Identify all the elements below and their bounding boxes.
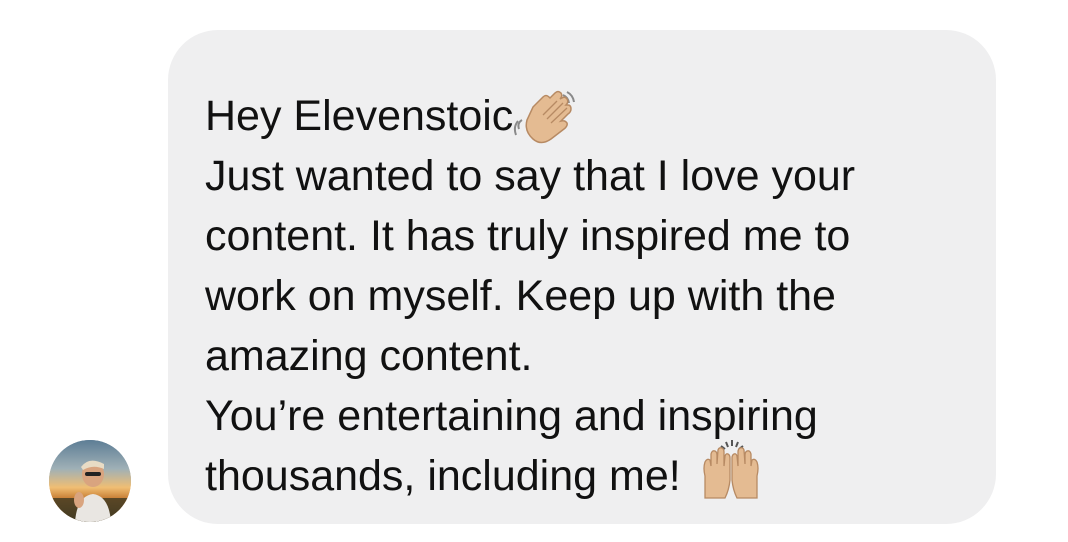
message-text: Just wanted to say that I love your bbox=[205, 152, 856, 200]
message-bubble[interactable]: Hey Elevenstoic Just wanted to say that … bbox=[168, 30, 996, 524]
message-text-greeting: Hey Elevenstoic bbox=[205, 92, 514, 140]
message-line-2: Just wanted to say that I love your bbox=[205, 146, 966, 206]
sender-avatar[interactable] bbox=[49, 440, 131, 522]
message-line-1: Hey Elevenstoic bbox=[205, 86, 966, 146]
message-text: work on myself. Keep up with the bbox=[205, 272, 836, 320]
message-text: content. It has truly inspired me to bbox=[205, 212, 851, 260]
message-line-6: You’re entertaining and inspiring bbox=[205, 386, 966, 446]
message-text: amazing content. bbox=[205, 332, 533, 380]
avatar-photo bbox=[49, 440, 131, 522]
message-line-3: content. It has truly inspired me to bbox=[205, 206, 966, 266]
message-line-4: work on myself. Keep up with the bbox=[205, 266, 966, 326]
message-text: You’re entertaining and inspiring bbox=[205, 392, 818, 440]
raising-hands-icon bbox=[697, 440, 765, 500]
waving-hand-icon bbox=[513, 89, 576, 147]
message-text: thousands, including me! bbox=[205, 452, 681, 500]
message-line-5: amazing content. bbox=[205, 326, 966, 386]
message-line-7: thousands, including me! bbox=[205, 440, 966, 506]
